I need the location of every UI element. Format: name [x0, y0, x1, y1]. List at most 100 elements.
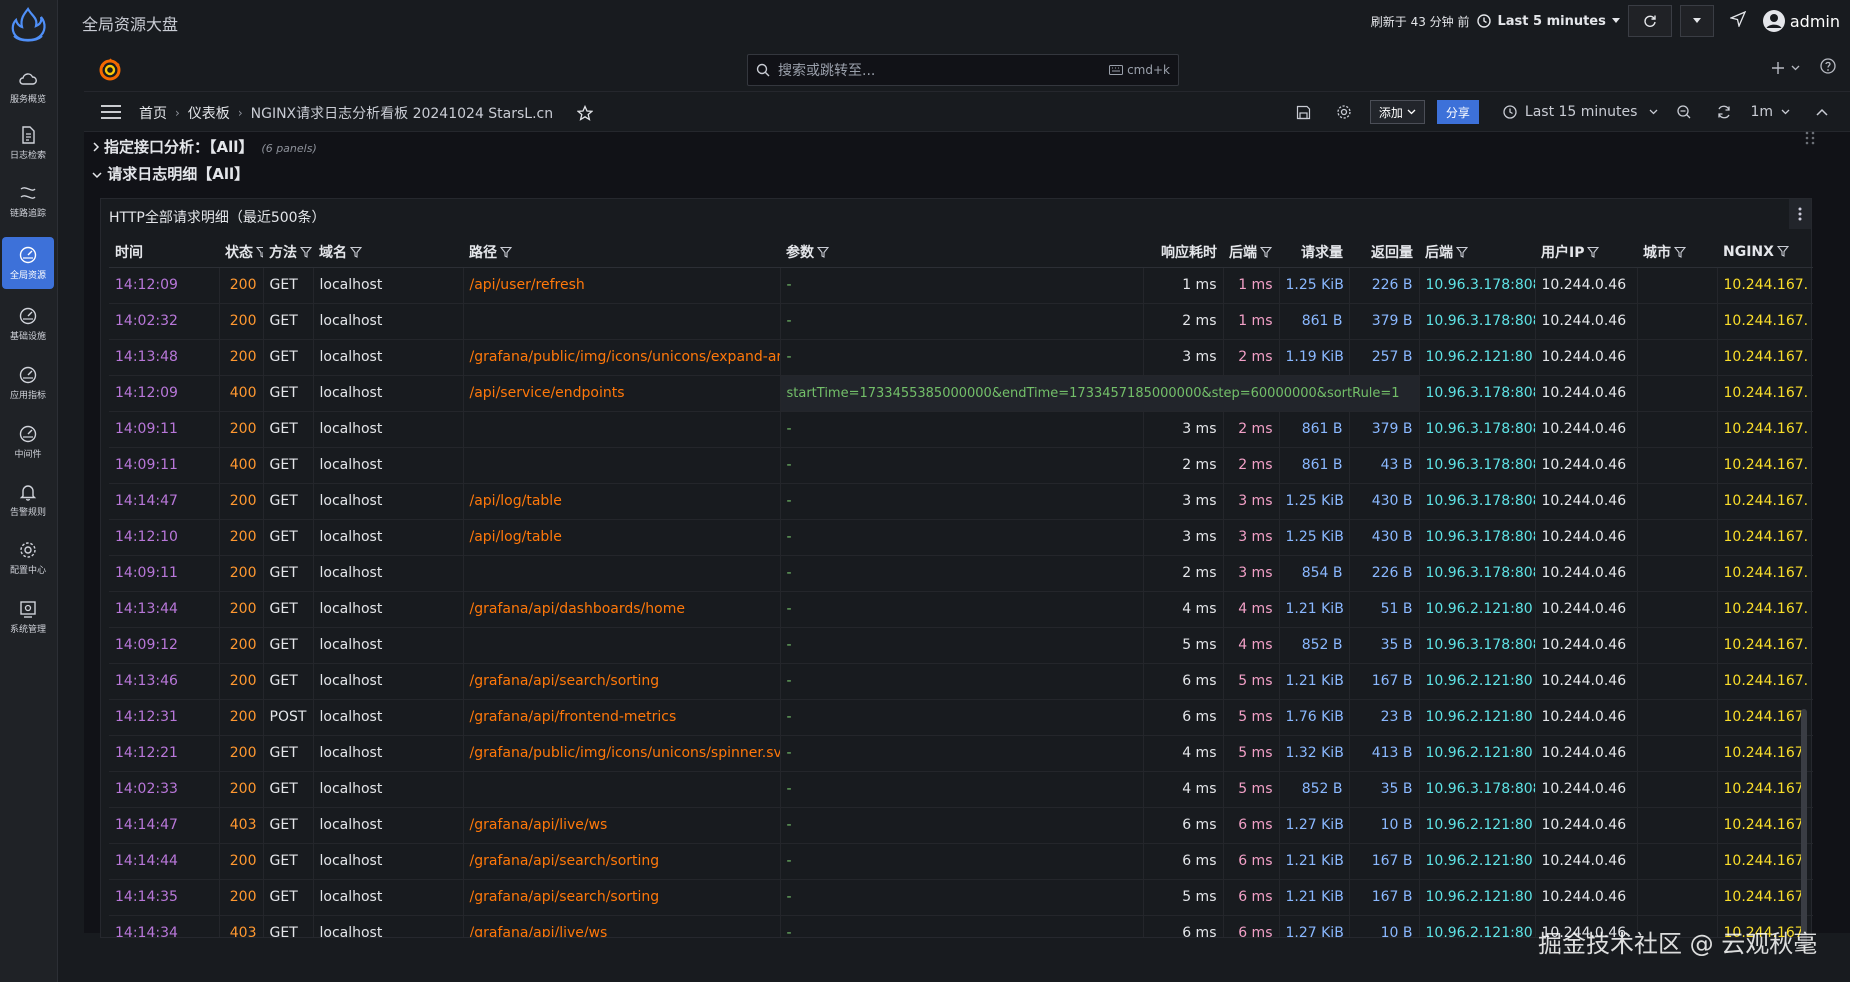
cloud-icon — [19, 73, 37, 85]
table-row[interactable]: 14:14:44 200 GET localhost/grafana/api/sear… — [109, 843, 1813, 880]
table-row[interactable]: 14:12:09 400 GET localhost/api/service/endp… — [109, 375, 1813, 412]
time-picker[interactable]: Last 15 minutes — [1503, 104, 1659, 120]
column-header[interactable]: 用户IP — [1535, 237, 1637, 268]
column-header[interactable]: 后端 — [1419, 237, 1535, 268]
table-row[interactable]: 14:02:33 200 GET localhost -4 ms 5 ms 852 B 35 … — [109, 771, 1813, 808]
add-button[interactable]: 添加 — [1369, 100, 1425, 124]
table-cell — [1637, 519, 1718, 556]
app-sidebar: 服务概览日志检索链路追踪全局资源基础设施应用指标中间件告警规则配置中心系统管理 — [0, 0, 58, 982]
table-cell: 200 — [219, 771, 264, 808]
refresh-button[interactable] — [1627, 5, 1672, 37]
row-header-request-log[interactable]: 请求日志明细【All】 — [92, 163, 249, 184]
table-cell: startTime=1733455385000000&endTime=17334… — [780, 375, 1420, 412]
table-cell: GET — [263, 555, 314, 592]
sidebar-item-4[interactable]: 基础设施 — [2, 298, 54, 350]
column-header[interactable]: 返回量 — [1349, 237, 1419, 268]
gauge-icon — [19, 425, 37, 443]
dashboard-settings-button[interactable] — [1330, 98, 1358, 126]
column-header[interactable]: 响应耗时 — [1143, 237, 1223, 268]
help-icon[interactable] — [1820, 58, 1836, 78]
column-header[interactable]: 参数 — [780, 237, 1143, 268]
breadcrumb-home[interactable]: 首页 — [139, 103, 167, 123]
refresh-interval-picker[interactable]: 1m — [1750, 104, 1790, 120]
table-row[interactable]: 14:12:21 200 GET localhost/grafana/public/i… — [109, 735, 1813, 772]
user-menu[interactable]: admin — [1762, 9, 1840, 33]
new-button[interactable] — [1771, 61, 1800, 75]
refresh-options-button[interactable] — [1679, 5, 1714, 37]
refresh-status: 刷新于 43 分钟 前 — [1370, 14, 1470, 29]
table-row[interactable]: 14:02:32 200 GET localhost -2 ms 1 ms 861 B 379… — [109, 303, 1813, 340]
sidebar-item-1[interactable]: 日志检索 — [2, 117, 54, 169]
app-logo-icon[interactable] — [6, 6, 50, 46]
table-cell: 10.244.167. — [1717, 447, 1813, 484]
filter-icon[interactable] — [500, 246, 512, 258]
table-row[interactable]: 14:13:46 200 GET localhost/grafana/api/sear… — [109, 663, 1813, 700]
column-header[interactable]: 后端 — [1223, 237, 1279, 268]
row-header-endpoint-analysis[interactable]: 指定接口分析：【All】 (6 panels) — [92, 136, 317, 157]
table-cell: 10.244.0.46 — [1535, 591, 1638, 628]
collapse-button[interactable] — [1808, 98, 1836, 126]
column-header[interactable]: NGINX — [1717, 237, 1813, 268]
filter-icon[interactable] — [300, 246, 312, 258]
column-header[interactable]: 时间 — [109, 237, 219, 268]
send-icon[interactable] — [1728, 10, 1747, 31]
column-header[interactable]: 请求量 — [1279, 237, 1349, 268]
sidebar-item-label: 服务概览 — [9, 95, 46, 105]
table-row[interactable]: 14:09:12 200 GET localhost -5 ms 4 ms 852 B 35 … — [109, 627, 1813, 664]
breadcrumb-dashboards[interactable]: 仪表板 — [188, 103, 230, 123]
filter-icon[interactable] — [817, 246, 829, 258]
drag-handle-icon[interactable] — [1804, 130, 1816, 146]
filter-icon[interactable] — [1260, 246, 1272, 258]
table-cell: localhost — [313, 915, 464, 937]
table-row[interactable]: 14:09:11 200 GET localhost -2 ms 3 ms 854 B 226… — [109, 555, 1813, 592]
column-header[interactable]: 城市 — [1637, 237, 1717, 268]
menu-icon[interactable] — [100, 104, 122, 120]
table-cell: 1 ms — [1223, 303, 1280, 340]
table-row[interactable]: 14:13:44 200 GET localhost/grafana/api/dash… — [109, 591, 1813, 628]
sidebar-item-7[interactable]: 告警规则 — [2, 474, 54, 526]
grafana-logo-icon[interactable] — [98, 58, 122, 82]
sidebar-item-9[interactable]: 系统管理 — [2, 591, 54, 643]
table-row[interactable]: 14:14:47 200 GET localhost/api/log/table -3 … — [109, 483, 1813, 520]
column-header[interactable]: 状态 — [219, 237, 263, 268]
table-row[interactable]: 14:13:48 200 GET localhost/grafana/public/i… — [109, 339, 1813, 376]
table-cell: 226 B — [1349, 267, 1420, 304]
filter-icon[interactable] — [256, 246, 263, 258]
time-range-picker[interactable]: Last 5 minutes — [1477, 14, 1620, 29]
panel-menu-button[interactable] — [1789, 199, 1811, 229]
gear-icon — [1337, 105, 1351, 119]
column-header[interactable]: 域名 — [313, 237, 463, 268]
sidebar-item-6[interactable]: 中间件 — [2, 416, 54, 468]
table-cell: 10.244.167. — [1717, 483, 1813, 520]
table-row[interactable]: 14:14:47 403 GET localhost/grafana/api/live… — [109, 807, 1813, 844]
table-cell: 14:12:10 — [109, 519, 220, 556]
share-button[interactable]: 分享 — [1436, 100, 1479, 124]
sidebar-item-0[interactable]: 服务概览 — [2, 61, 54, 113]
star-icon[interactable] — [577, 105, 594, 121]
filter-icon[interactable] — [1776, 245, 1789, 257]
save-dashboard-button[interactable] — [1290, 98, 1318, 126]
table-row[interactable]: 14:14:35 200 GET localhost/grafana/api/sear… — [109, 879, 1813, 916]
table-row[interactable]: 14:09:11 200 GET localhost -3 ms 2 ms 861 B 379… — [109, 411, 1813, 448]
sidebar-item-3[interactable]: 全局资源 — [2, 237, 54, 289]
table-cell: 10 B — [1349, 915, 1420, 937]
table-row[interactable]: 14:09:11 400 GET localhost -2 ms 2 ms 861 B 43 … — [109, 447, 1813, 484]
save-icon — [1297, 105, 1311, 119]
column-header[interactable]: 方法 — [263, 237, 313, 268]
filter-icon[interactable] — [1674, 246, 1686, 258]
sidebar-item-5[interactable]: 应用指标 — [2, 357, 54, 409]
more-vertical-icon — [1798, 207, 1802, 221]
filter-icon[interactable] — [1456, 246, 1468, 258]
scrollbar[interactable] — [1801, 709, 1807, 949]
sidebar-item-8[interactable]: 配置中心 — [2, 532, 54, 584]
table-row[interactable]: 14:12:09 200 GET localhost/api/user/refresh… — [109, 267, 1813, 304]
column-header[interactable]: 路径 — [463, 237, 780, 268]
filter-icon[interactable] — [1587, 246, 1600, 258]
filter-icon[interactable] — [350, 246, 362, 258]
table-row[interactable]: 14:12:31 200 POST localhost/grafana/api/fro… — [109, 699, 1813, 736]
table-row[interactable]: 14:12:10 200 GET localhost/api/log/table -3 … — [109, 519, 1813, 556]
sidebar-item-2[interactable]: 链路追踪 — [2, 175, 54, 227]
refresh-dashboard-button[interactable] — [1710, 98, 1738, 126]
search-bar[interactable]: 搜索或跳转至... cmd+k — [747, 54, 1179, 86]
zoom-out-button[interactable] — [1670, 98, 1698, 126]
